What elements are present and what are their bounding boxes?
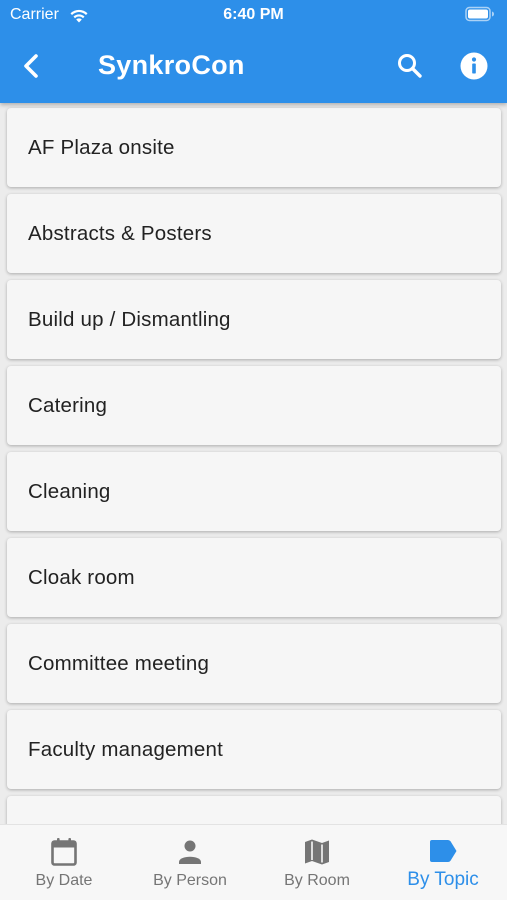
app-header: Carrier 6:40 PM SynkroCon: [0, 0, 507, 103]
tab-by-date[interactable]: By Date: [1, 825, 127, 900]
status-time: 6:40 PM: [223, 6, 284, 23]
back-button[interactable]: [14, 48, 50, 84]
bottom-navigation: By Date By Person By Room By Topic: [0, 824, 507, 900]
info-icon: [460, 52, 488, 80]
topic-item[interactable]: Cleaning: [7, 452, 501, 531]
topic-label: Catering: [28, 394, 108, 417]
topic-item[interactable]: Catering: [7, 366, 501, 445]
topic-item[interactable]: [7, 796, 501, 824]
search-button[interactable]: [392, 48, 428, 84]
person-icon: [179, 840, 201, 864]
label-tag-icon: [430, 840, 457, 862]
topic-item[interactable]: Abstracts & Posters: [7, 194, 501, 273]
info-button[interactable]: [456, 48, 492, 84]
app-bar: SynkroCon: [0, 30, 507, 103]
topic-list[interactable]: AF Plaza onsite Abstracts & Posters Buil…: [0, 103, 507, 824]
tab-label: By Person: [153, 872, 227, 889]
topic-item[interactable]: AF Plaza onsite: [7, 108, 501, 187]
chevron-left-icon: [24, 54, 38, 78]
topic-item[interactable]: Cloak room: [7, 538, 501, 617]
status-bar: Carrier 6:40 PM: [0, 0, 507, 30]
tab-label: By Topic: [407, 869, 479, 890]
topic-label: Committee meeting: [28, 652, 210, 675]
topic-label: AF Plaza onsite: [28, 136, 175, 159]
topic-label: Cloak room: [28, 566, 135, 589]
search-icon: [398, 54, 422, 78]
tab-by-room[interactable]: By Room: [254, 825, 380, 900]
tab-label: By Room: [284, 872, 350, 889]
topic-item[interactable]: Build up / Dismantling: [7, 280, 501, 359]
map-icon: [305, 839, 329, 865]
tab-label: By Date: [35, 872, 93, 889]
tab-by-person[interactable]: By Person: [127, 825, 253, 900]
topic-label: Cleaning: [28, 480, 111, 503]
tab-by-topic[interactable]: By Topic: [380, 825, 506, 900]
topic-label: Build up / Dismantling: [28, 308, 231, 331]
topic-item[interactable]: Committee meeting: [7, 624, 501, 703]
app-title: SynkroCon: [98, 50, 245, 80]
battery-icon: [465, 6, 494, 22]
calendar-icon: [51, 838, 77, 866]
topic-label: Abstracts & Posters: [28, 222, 212, 245]
topic-label: Faculty management: [28, 738, 224, 761]
topic-item[interactable]: Faculty management: [7, 710, 501, 789]
